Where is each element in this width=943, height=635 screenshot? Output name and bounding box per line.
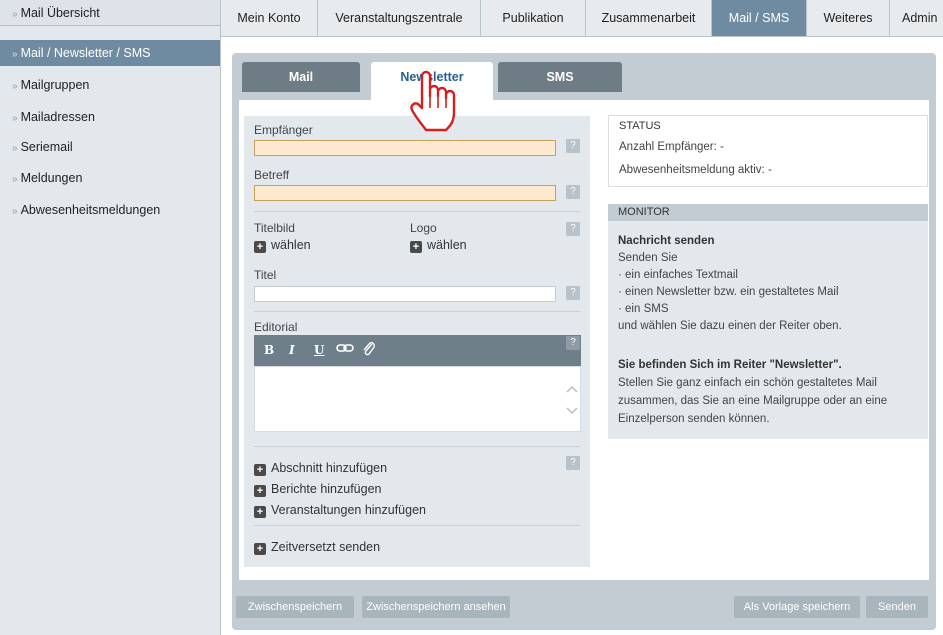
zwischenspeichern-button[interactable]: Zwischenspeichern [236,596,354,618]
tab-mein-konto[interactable]: Mein Konto [221,0,318,36]
titel-input[interactable] [254,286,556,302]
monitor-header: MONITOR [608,204,928,221]
abschnitt-hinzufuegen-button[interactable]: + Abschnitt hinzufügen [254,461,387,476]
logo-label: Logo [410,221,437,235]
plus-icon: + [254,543,266,555]
tab-weiteres[interactable]: Weiteres [807,0,890,36]
sidebar-item-mailadressen[interactable]: » Mailadressen [0,104,220,130]
scroll-up-icon[interactable] [566,385,578,393]
help-icon[interactable]: ? [566,286,580,300]
chevron-right-icon: » [12,174,17,185]
veranstaltungen-hinzufuegen-button[interactable]: + Veranstaltungen hinzufügen [254,503,426,518]
help-icon[interactable]: ? [566,222,580,236]
monitor-heading-2: Sie befinden Sich im Reiter "Newsletter"… [618,359,842,371]
link-icon[interactable] [336,341,354,358]
tab-publikation[interactable]: Publikation [481,0,586,36]
plus-icon: + [410,241,422,253]
monitor-line: · einen Newsletter bzw. ein gestaltetes … [618,286,839,298]
zeitversetzt-senden-button[interactable]: + Zeitversetzt senden [254,540,380,555]
help-icon[interactable]: ? [566,456,580,470]
status-anzahl-empfaenger: Anzahl Empfänger: - [619,141,724,153]
tab-admin[interactable]: Admin [890,0,943,36]
plus-icon: + [254,506,266,518]
chevron-right-icon: » [12,113,17,124]
plus-icon: + [254,485,266,497]
chevron-right-icon: » [12,49,17,60]
logo-waehlen-button[interactable]: + wählen [410,238,467,253]
status-title: STATUS [619,120,661,132]
status-box: STATUS Anzahl Empfänger: - Abwesenheitsm… [608,115,928,187]
berichte-hinzufuegen-button[interactable]: + Berichte hinzufügen [254,482,382,497]
italic-icon[interactable]: I [289,343,295,357]
chevron-right-icon: » [12,206,17,217]
separator [254,211,580,212]
monitor-line: Einzelperson senden können. [618,413,770,425]
hand-cursor-icon [410,70,456,132]
attachment-icon[interactable] [362,340,376,361]
monitor-line: · ein einfaches Textmail [618,269,738,281]
editor-toolbar: B I U [254,335,581,366]
monitor-line: · ein SMS [618,303,669,315]
sidebar-item-mail-newsletter-sms[interactable]: » Mail / Newsletter / SMS [0,40,220,66]
editorial-label: Editorial [254,320,298,334]
sidebar-item-mail-uebersicht[interactable]: » Mail Übersicht [0,0,220,26]
empfaenger-label: Empfänger [254,123,313,137]
tab-veranstaltungszentrale[interactable]: Veranstaltungszentrale [318,0,481,36]
subtab-sms[interactable]: SMS [498,62,622,92]
separator [254,525,580,526]
top-navigation: Mein Konto Veranstaltungszentrale Publik… [221,0,943,37]
monitor-line: Senden Sie [618,252,678,264]
editorial-textarea[interactable] [254,366,581,432]
titelbild-label: Titelbild [254,221,295,235]
bold-icon[interactable]: B [264,343,274,357]
betreff-input[interactable] [254,185,556,201]
underline-icon[interactable]: U [314,343,324,357]
separator [254,446,580,447]
monitor-line: Stellen Sie ganz einfach ein schön gesta… [618,377,877,389]
senden-button[interactable]: Senden [866,596,928,618]
titel-label: Titel [254,268,277,282]
status-abwesenheitsmeldung: Abwesenheitsmeldung aktiv: - [619,164,772,176]
plus-icon: + [254,464,266,476]
als-vorlage-speichern-button[interactable]: Als Vorlage speichern [734,596,860,618]
monitor-heading-1: Nachricht senden [618,235,715,247]
subtab-mail[interactable]: Mail [242,62,360,92]
sidebar-item-mailgruppen[interactable]: » Mailgruppen [0,72,220,98]
monitor-line: zusammen, das Sie an eine Mailgruppe ode… [618,395,888,407]
plus-icon: + [254,241,266,253]
tab-zusammenarbeit[interactable]: Zusammenarbeit [586,0,712,36]
monitor-box: Nachricht senden Senden Sie · ein einfac… [608,221,928,439]
monitor-line: und wählen Sie dazu einen der Reiter obe… [618,320,842,332]
betreff-label: Betreff [254,168,290,182]
empfaenger-input[interactable] [254,140,556,156]
help-icon[interactable]: ? [566,336,580,350]
separator [254,311,580,312]
sidebar: » Mail Übersicht » Mail / Newsletter / SMS… [0,0,221,635]
chevron-right-icon: » [12,81,17,92]
sidebar-item-seriemail[interactable]: » Seriemail [0,134,220,160]
tab-mail-sms[interactable]: Mail / SMS [712,0,807,36]
help-icon[interactable]: ? [566,139,580,153]
sidebar-item-meldungen[interactable]: » Meldungen [0,165,220,191]
sidebar-item-abwesenheitsmeldungen[interactable]: » Abwesenheitsmeldungen [0,197,220,223]
zwischenspeichern-ansehen-button[interactable]: Zwischenspeichern ansehen [362,596,510,618]
chevron-right-icon: » [12,9,17,20]
chevron-right-icon: » [12,143,17,154]
scroll-down-icon[interactable] [566,407,578,415]
titelbild-waehlen-button[interactable]: + wählen [254,238,311,253]
help-icon[interactable]: ? [566,185,580,199]
monitor-title: MONITOR [618,206,670,218]
